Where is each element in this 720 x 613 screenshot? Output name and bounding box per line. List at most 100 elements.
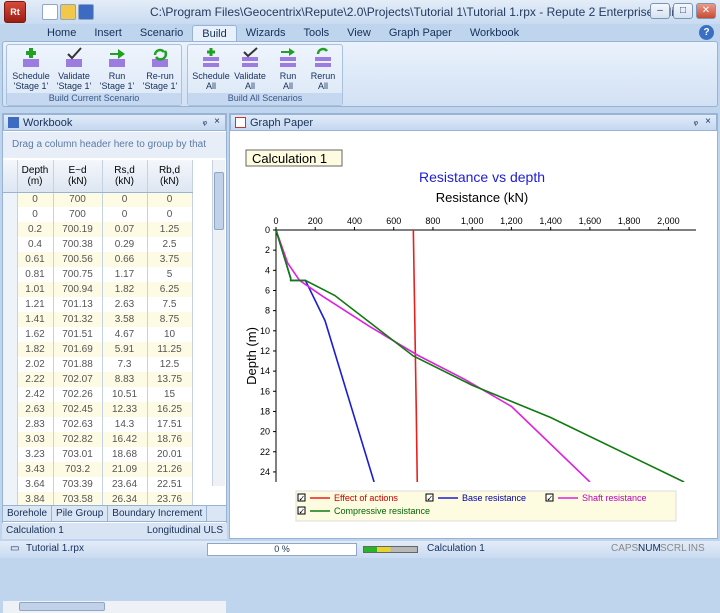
table-cell[interactable]: 5 xyxy=(147,267,193,282)
run-stage-button[interactable]: Run 'Stage 1' xyxy=(96,47,138,93)
table-cell[interactable]: 703.39 xyxy=(53,477,103,492)
row-header[interactable] xyxy=(3,447,18,462)
table-cell[interactable]: 16.42 xyxy=(102,432,148,447)
tab-insert[interactable]: Insert xyxy=(85,25,131,42)
validate-all-button[interactable]: Validate All xyxy=(229,47,271,93)
row-header[interactable] xyxy=(3,417,18,432)
table-row[interactable]: 0.61 700.56 0.66 3.75 xyxy=(3,252,193,267)
table-cell[interactable]: 0 xyxy=(102,192,148,207)
table-cell[interactable]: 16.25 xyxy=(147,402,193,417)
maximize-button[interactable]: □ xyxy=(673,3,693,19)
schedule-all-button[interactable]: Schedule All xyxy=(190,47,232,93)
close-icon[interactable]: × xyxy=(214,116,220,127)
table-cell[interactable]: 2.63 xyxy=(102,297,148,312)
column-header[interactable]: Rs,d (kN) xyxy=(102,160,148,193)
table-cell[interactable]: 0 xyxy=(147,207,193,222)
schedule-stage-button[interactable]: Schedule 'Stage 1' xyxy=(10,47,52,93)
table-cell[interactable]: 2.63 xyxy=(17,402,54,417)
table-cell[interactable]: 1.82 xyxy=(102,282,148,297)
hscroll-thumb[interactable] xyxy=(19,602,105,611)
column-header[interactable]: Rb,d (kN) xyxy=(147,160,193,193)
close-button[interactable]: ✕ xyxy=(696,3,716,19)
table-cell[interactable]: 8.75 xyxy=(147,312,193,327)
table-cell[interactable]: 8.83 xyxy=(102,372,148,387)
table-cell[interactable]: 700.75 xyxy=(53,267,103,282)
row-header[interactable] xyxy=(3,327,18,342)
table-cell[interactable]: 17.51 xyxy=(147,417,193,432)
table-row[interactable]: 1.62 701.51 4.67 10 xyxy=(3,327,193,342)
table-cell[interactable]: 1.01 xyxy=(17,282,54,297)
table-cell[interactable]: 701.88 xyxy=(53,357,103,372)
table-cell[interactable]: 15 xyxy=(147,387,193,402)
table-row[interactable]: 0.81 700.75 1.17 5 xyxy=(3,267,193,282)
table-cell[interactable]: 3.43 xyxy=(17,462,54,477)
table-cell[interactable]: 0 xyxy=(17,207,54,222)
table-row[interactable]: 1.82 701.69 5.91 11.25 xyxy=(3,342,193,357)
table-cell[interactable]: 0 xyxy=(147,192,193,207)
row-header[interactable] xyxy=(3,267,18,282)
table-row[interactable]: 0.2 700.19 0.07 1.25 xyxy=(3,222,193,237)
tab-graph-paper[interactable]: Graph Paper xyxy=(380,25,461,42)
row-header[interactable] xyxy=(3,312,18,327)
table-cell[interactable]: 5.91 xyxy=(102,342,148,357)
open-folder-icon[interactable] xyxy=(60,4,76,20)
tab-tools[interactable]: Tools xyxy=(294,25,338,42)
table-cell[interactable]: 1.62 xyxy=(17,327,54,342)
table-cell[interactable]: 703.01 xyxy=(53,447,103,462)
table-cell[interactable]: 701.51 xyxy=(53,327,103,342)
table-cell[interactable]: 0 xyxy=(17,192,54,207)
row-header[interactable] xyxy=(3,282,18,297)
vertical-scrollbar[interactable] xyxy=(212,160,225,486)
table-cell[interactable]: 701.32 xyxy=(53,312,103,327)
table-cell[interactable]: 701.69 xyxy=(53,342,103,357)
table-cell[interactable]: 3.75 xyxy=(147,252,193,267)
group-by-area[interactable]: Drag a column header here to group by th… xyxy=(3,132,226,176)
table-cell[interactable]: 0.66 xyxy=(102,252,148,267)
table-cell[interactable]: 21.09 xyxy=(102,462,148,477)
table-row[interactable]: 0.4 700.38 0.29 2.5 xyxy=(3,237,193,252)
table-cell[interactable]: 0.29 xyxy=(102,237,148,252)
row-header[interactable] xyxy=(3,387,18,402)
row-header[interactable] xyxy=(3,342,18,357)
table-row[interactable]: 1.41 701.32 3.58 8.75 xyxy=(3,312,193,327)
save-icon[interactable] xyxy=(78,4,94,20)
row-header[interactable] xyxy=(3,357,18,372)
scroll-thumb[interactable] xyxy=(214,172,224,230)
table-cell[interactable]: 0.61 xyxy=(17,252,54,267)
table-cell[interactable]: 6.25 xyxy=(147,282,193,297)
table-cell[interactable]: 23.64 xyxy=(102,477,148,492)
tab-view[interactable]: View xyxy=(338,25,380,42)
row-header[interactable] xyxy=(3,372,18,387)
table-cell[interactable]: 22.51 xyxy=(147,477,193,492)
app-icon[interactable]: Rt xyxy=(4,1,26,23)
row-header[interactable] xyxy=(3,402,18,417)
row-header[interactable] xyxy=(3,432,18,447)
table-cell[interactable]: 0.4 xyxy=(17,237,54,252)
table-cell[interactable]: 13.75 xyxy=(147,372,193,387)
table-cell[interactable]: 11.25 xyxy=(147,342,193,357)
table-cell[interactable]: 18.68 xyxy=(102,447,148,462)
row-header[interactable] xyxy=(3,222,18,237)
table-row[interactable]: 2.02 701.88 7.3 12.5 xyxy=(3,357,193,372)
table-cell[interactable]: 702.63 xyxy=(53,417,103,432)
table-cell[interactable]: 700.38 xyxy=(53,237,103,252)
table-cell[interactable]: 702.07 xyxy=(53,372,103,387)
table-row[interactable]: 3.43 703.2 21.09 21.26 xyxy=(3,462,193,477)
validate-stage-button[interactable]: Validate 'Stage 1' xyxy=(53,47,95,93)
tab-workbook[interactable]: Workbook xyxy=(461,25,528,42)
pin-icon[interactable]: ᵩ xyxy=(203,116,207,127)
rerun-all-button[interactable]: Rerun All xyxy=(302,47,344,93)
table-cell[interactable]: 7.5 xyxy=(147,297,193,312)
tab-build[interactable]: Build xyxy=(192,25,237,42)
table-cell[interactable]: 3.64 xyxy=(17,477,54,492)
row-header[interactable] xyxy=(3,207,18,222)
table-cell[interactable]: 7.3 xyxy=(102,357,148,372)
table-cell[interactable]: 20.01 xyxy=(147,447,193,462)
table-row[interactable]: 0 700 0 0 xyxy=(3,192,193,207)
table-cell[interactable]: 2.02 xyxy=(17,357,54,372)
tab-scenario[interactable]: Scenario xyxy=(131,25,192,42)
help-icon[interactable]: ? xyxy=(699,25,714,40)
table-cell[interactable]: 1.17 xyxy=(102,267,148,282)
table-cell[interactable]: 10 xyxy=(147,327,193,342)
table-cell[interactable]: 1.21 xyxy=(17,297,54,312)
